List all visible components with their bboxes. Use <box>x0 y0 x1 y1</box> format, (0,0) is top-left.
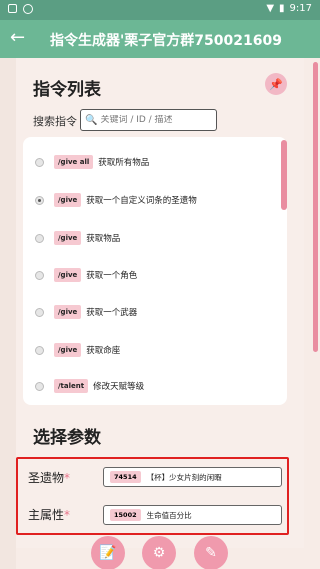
search-field[interactable]: 🔍 <box>80 109 217 131</box>
wifi-icon: ▼ <box>266 3 275 14</box>
main-stat-select[interactable]: 15002 生命值百分比 <box>103 505 282 525</box>
field-code: 15002 <box>110 509 141 521</box>
pencil-icon[interactable]: ✎ <box>194 536 228 569</box>
list-item[interactable]: /give 获取一个自定义词条的圣遗物 <box>35 190 197 210</box>
list-scrollbar[interactable] <box>281 140 287 210</box>
list-item[interactable]: /give all 获取所有物品 <box>35 152 149 172</box>
page-scrollbar[interactable] <box>313 62 318 352</box>
command-desc: 获取所有物品 <box>98 158 150 168</box>
field-label-text: 主属性 <box>28 508 65 522</box>
radio-button[interactable] <box>35 233 44 243</box>
command-tag: /give <box>54 268 82 282</box>
radio-button[interactable] <box>35 157 44 167</box>
page-edge <box>0 58 16 569</box>
radio-button[interactable] <box>35 345 44 355</box>
sync-icon <box>23 4 33 14</box>
app-bar: ← 指令生成器'栗子官方群750021609 <box>0 20 320 58</box>
field-label-text: 圣遗物 <box>28 471 65 485</box>
list-item[interactable]: /give 获取物品 <box>35 228 120 248</box>
artifact-select[interactable]: 74514 【杯】少女片刻的闲暇 <box>103 467 282 487</box>
command-list: /give all 获取所有物品 /give 获取一个自定义词条的圣遗物 /gi… <box>23 137 287 405</box>
radio-button[interactable] <box>35 307 44 317</box>
radio-button[interactable] <box>35 195 44 205</box>
command-tag: /give <box>54 193 82 207</box>
command-desc: 修改天赋等级 <box>93 382 145 392</box>
command-desc: 获取命座 <box>86 346 121 356</box>
command-list-title: 指令列表 <box>33 80 101 100</box>
command-tag: /give <box>54 343 82 357</box>
search-label: 搜索指令 <box>33 115 77 128</box>
search-input[interactable] <box>100 115 211 125</box>
list-item[interactable]: /give 获取命座 <box>35 340 120 360</box>
command-tag: /give <box>54 231 82 245</box>
radio-button[interactable] <box>35 270 44 280</box>
command-tag: /talent <box>54 379 89 393</box>
list-item[interactable]: /talent 修改天赋等级 <box>35 376 144 396</box>
arrow-left-icon[interactable]: ← <box>10 28 25 48</box>
required-star: * <box>64 471 71 485</box>
command-desc: 获取一个自定义词条的圣遗物 <box>86 196 197 206</box>
app-title: 指令生成器'栗子官方群750021609 <box>50 33 282 49</box>
status-bar: ▼ ▮ 9:17 <box>0 0 320 20</box>
field-value: 生命值百分比 <box>146 510 192 520</box>
required-star: * <box>64 508 71 522</box>
edit-doc-icon[interactable]: 📝 <box>91 536 125 569</box>
command-desc: 获取物品 <box>86 234 121 244</box>
field-label-main-stat: 主属性* <box>28 506 70 523</box>
params-title: 选择参数 <box>33 428 101 448</box>
status-time: 9:17 <box>289 3 312 14</box>
command-desc: 获取一个角色 <box>86 271 138 281</box>
list-item[interactable]: /give 获取一个武器 <box>35 302 137 322</box>
radio-button[interactable] <box>35 381 44 391</box>
field-code: 74514 <box>110 471 141 483</box>
field-value: 【杯】少女片刻的闲暇 <box>146 472 222 482</box>
field-label-artifact: 圣遗物* <box>28 469 70 486</box>
command-tag: /give all <box>54 155 94 169</box>
command-desc: 获取一个武器 <box>86 308 138 318</box>
command-tag: /give <box>54 305 82 319</box>
sim-icon <box>8 4 17 13</box>
list-item[interactable]: /give 获取一个角色 <box>35 265 137 285</box>
search-icon: 🔍 <box>85 114 98 126</box>
battery-icon: ▮ <box>279 3 285 14</box>
pin-icon[interactable]: 📌 <box>265 73 287 95</box>
settings-icon[interactable]: ⚙ <box>142 536 176 569</box>
